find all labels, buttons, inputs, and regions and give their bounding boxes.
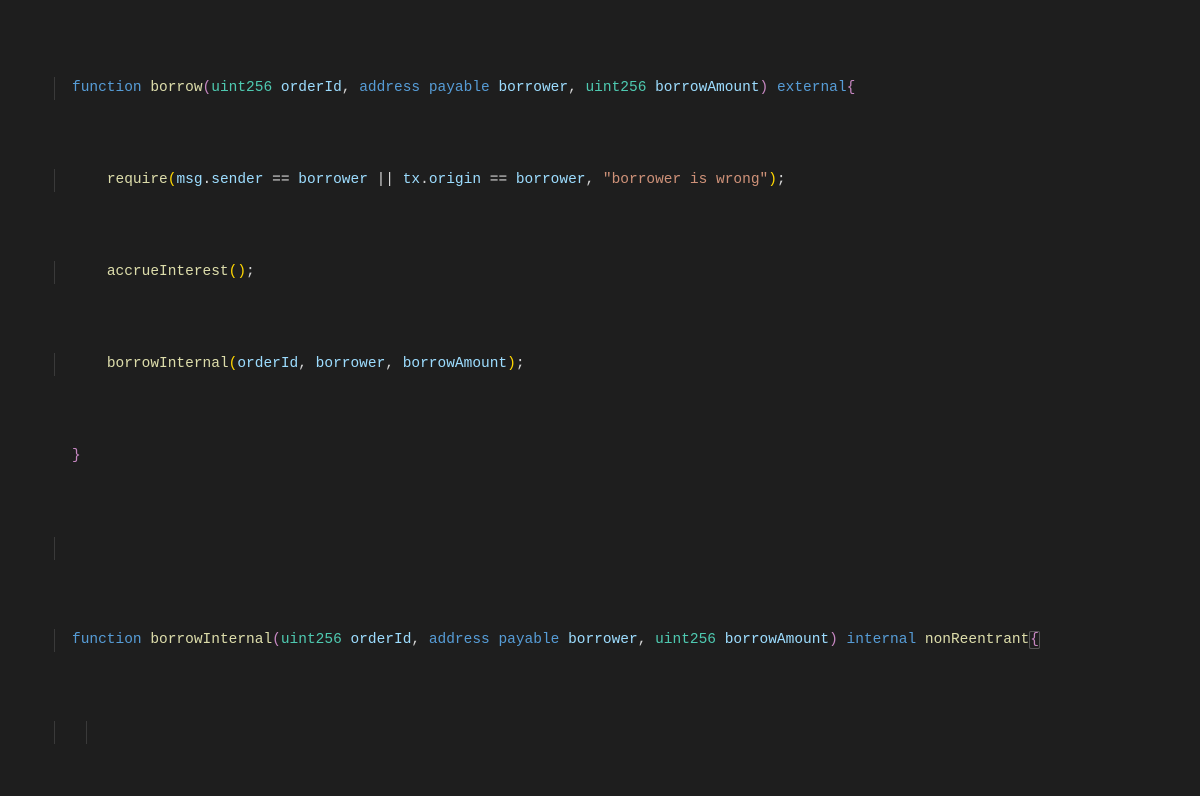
code-line xyxy=(44,537,1200,560)
keyword-function: function xyxy=(72,80,142,96)
code-line: } xyxy=(44,445,1200,468)
code-line: accrueInterest(); xyxy=(44,261,1200,284)
code-line: borrowInternal(orderId, borrower, borrow… xyxy=(44,353,1200,376)
code-line: require(msg.sender == borrower || tx.ori… xyxy=(44,169,1200,192)
function-name: borrowInternal xyxy=(150,632,272,648)
code-line: function borrowInternal(uint256 orderId,… xyxy=(44,629,1200,652)
code-line: function borrow(uint256 orderId, address… xyxy=(44,77,1200,100)
function-name: borrow xyxy=(150,80,202,96)
code-editor[interactable]: function borrow(uint256 orderId, address… xyxy=(0,0,1200,796)
code-line xyxy=(44,721,1200,744)
